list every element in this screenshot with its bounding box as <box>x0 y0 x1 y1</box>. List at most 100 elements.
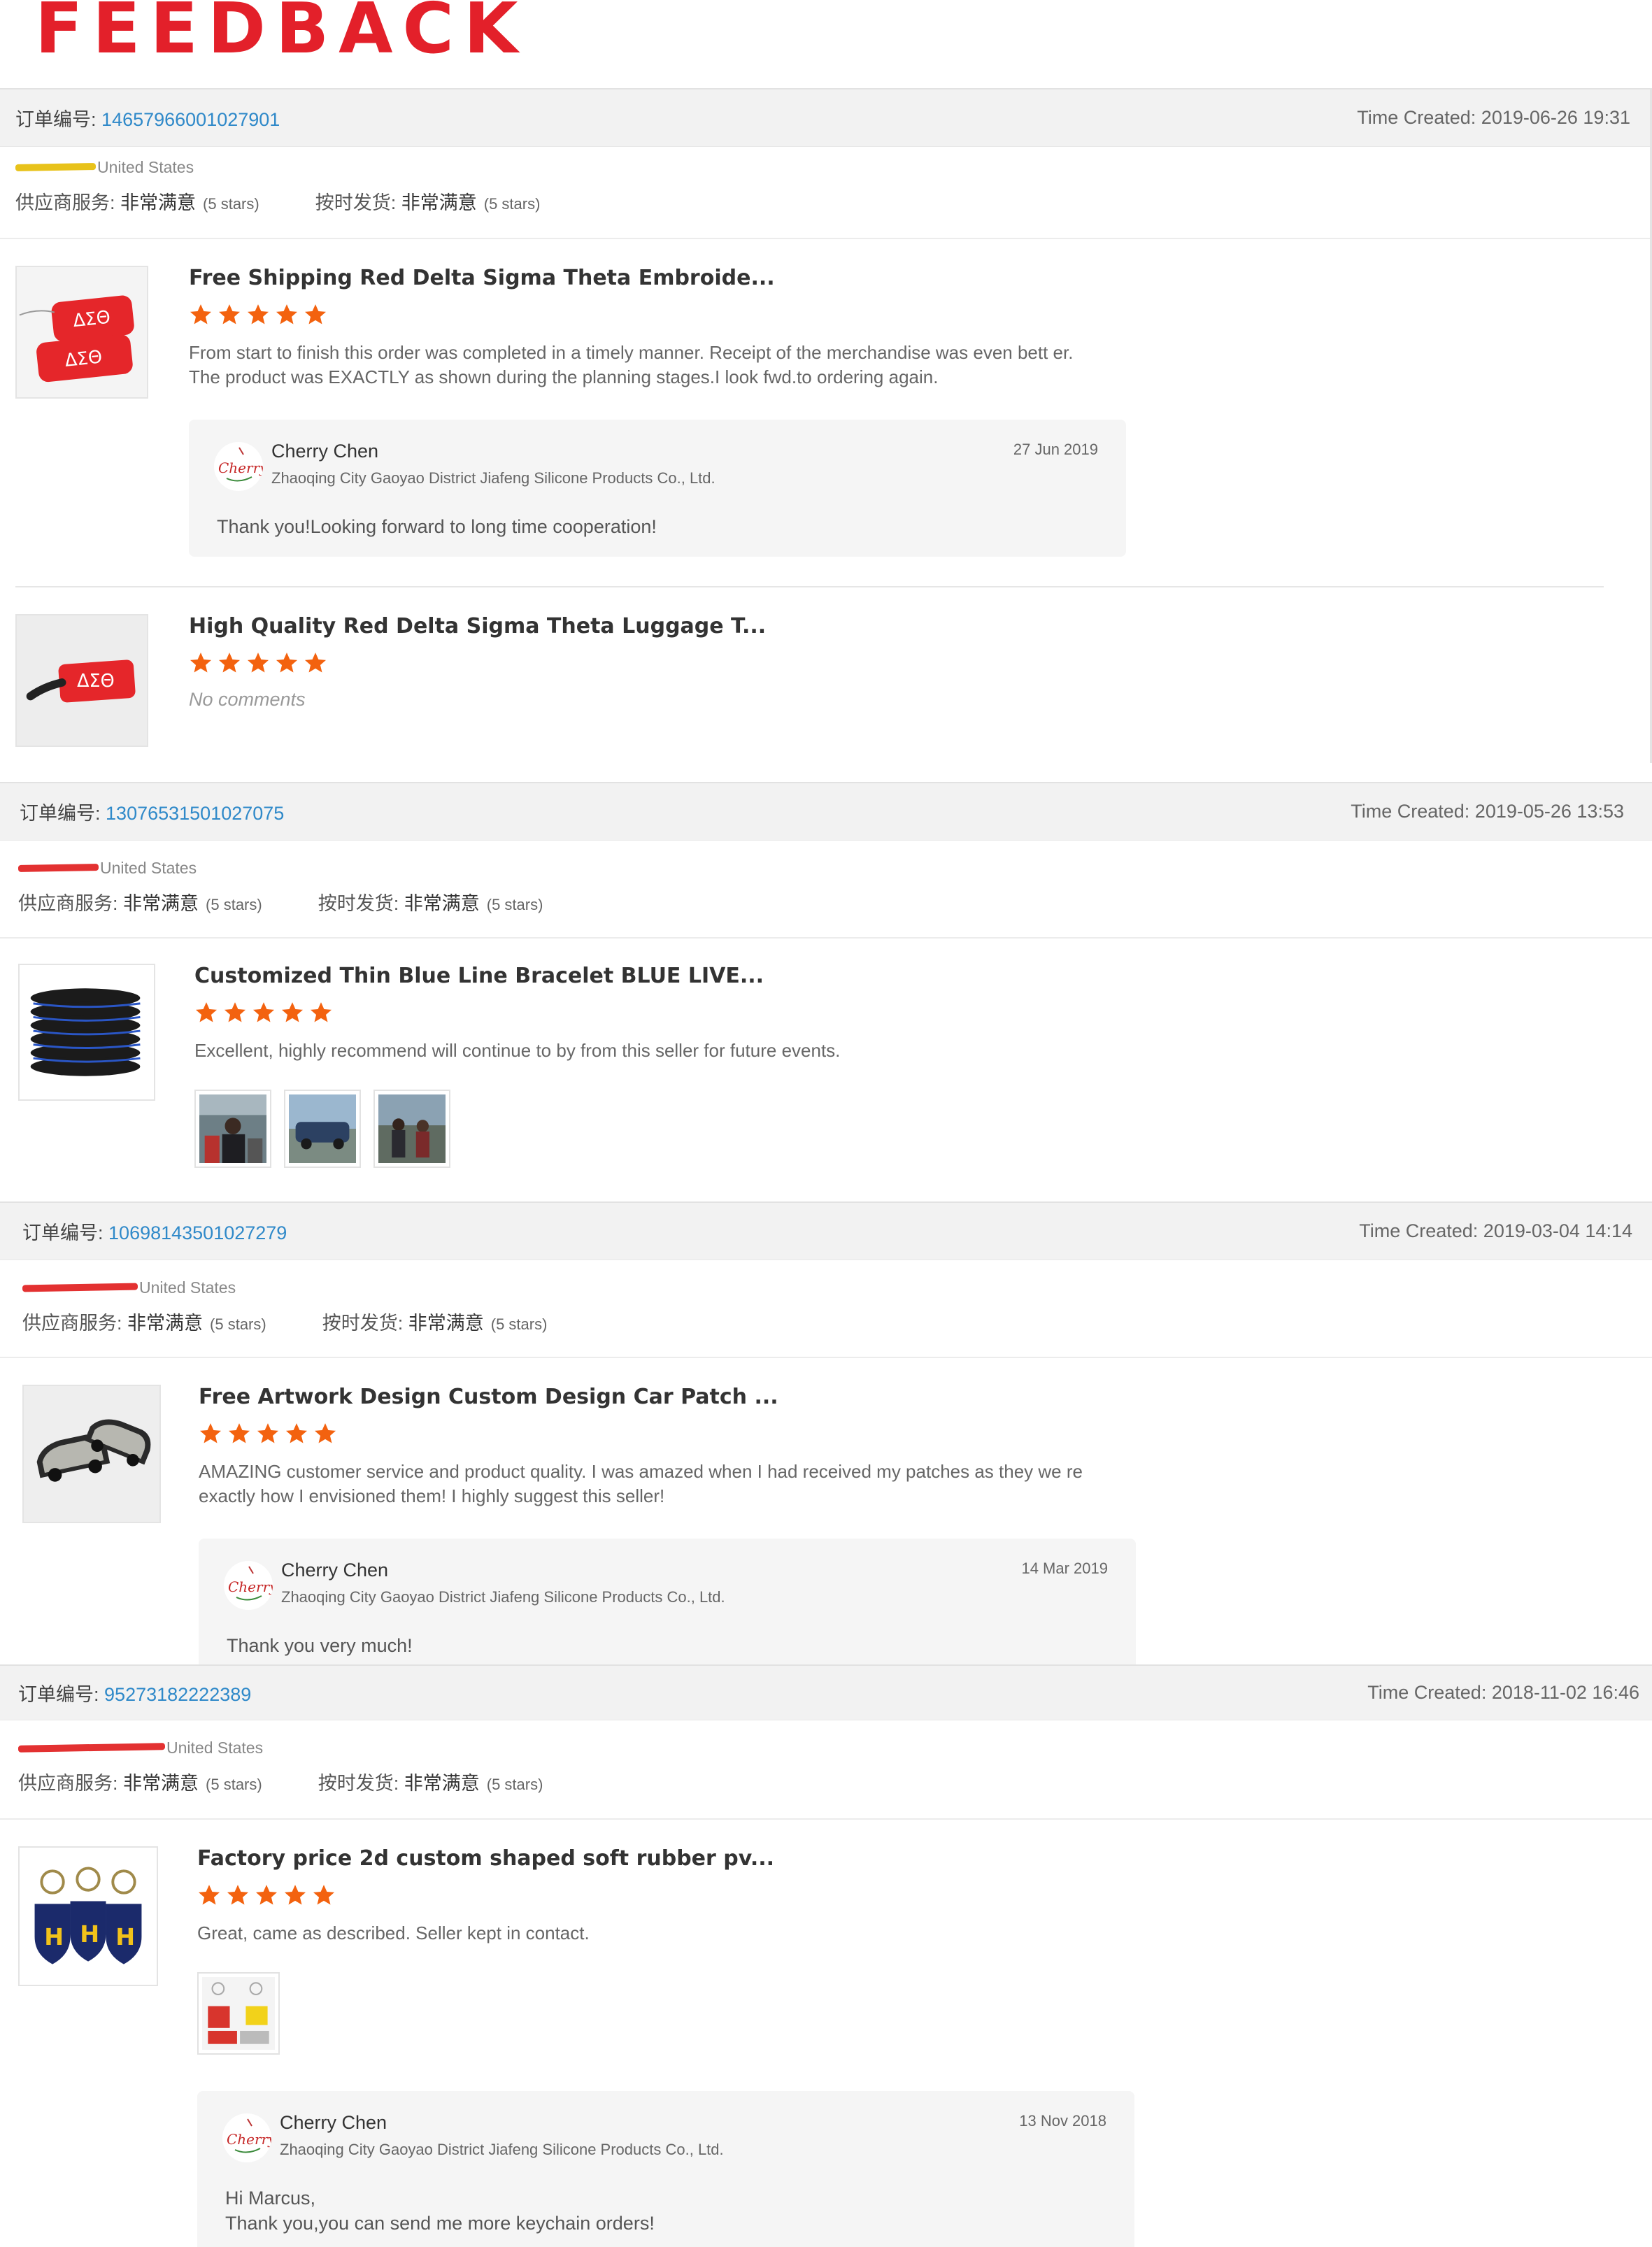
product-image: ΔΣΘ <box>17 615 147 746</box>
product-image <box>20 965 154 1099</box>
review-item: Factory price 2d custom shaped soft rubb… <box>197 1846 1624 2055</box>
product-image: HHH <box>20 1848 157 1985</box>
review-text: From start to finish this order was comp… <box>189 342 1074 387</box>
order-number-label: 订单编号: <box>15 109 97 130</box>
product-title[interactable]: High Quality Red Delta Sigma Theta Lugga… <box>189 614 1622 639</box>
review-item: Free Shipping Red Delta Sigma Theta Embr… <box>189 266 1622 390</box>
supplier-service-label: 供应商服务: <box>22 1313 122 1334</box>
shipping-value: 非常满意 <box>401 192 477 213</box>
star-icon <box>246 651 270 675</box>
buyer-country: United States <box>97 157 194 176</box>
order-number-label: 订单编号: <box>20 803 101 824</box>
star-icon <box>280 1001 304 1025</box>
review-photo[interactable] <box>284 1090 361 1168</box>
svg-text:ΔΣΘ: ΔΣΘ <box>77 671 115 692</box>
buyer-country: United States <box>166 1738 264 1757</box>
supplier-service-value: 非常满意 <box>123 1773 199 1794</box>
star-rating <box>194 1001 1624 1025</box>
supplier-service-value: 非常满意 <box>123 893 199 914</box>
svg-text:Cherry: Cherry <box>228 1578 273 1595</box>
product-thumbnail[interactable]: ΔΣΘ <box>15 614 148 747</box>
product-title[interactable]: Free Artwork Design Custom Design Car Pa… <box>199 1385 1624 1409</box>
ratings-row: 供应商服务: 非常满意 (5 stars) 按时发货: 非常满意 (5 stars) <box>18 1768 1637 1795</box>
shipping-value: 非常满意 <box>404 893 480 914</box>
order-number: 订单编号: 13076531501027075 <box>20 798 284 825</box>
order-number-label: 订单编号: <box>18 1684 99 1705</box>
svg-text:ΔΣΘ: ΔΣΘ <box>72 307 111 331</box>
star-icon <box>304 303 327 327</box>
star-icon <box>218 651 241 675</box>
buyer-country: United States <box>100 858 197 877</box>
photo-thumbnail <box>289 1094 356 1163</box>
shipping-value: 非常满意 <box>404 1773 480 1794</box>
seller-avatar: Cherry <box>224 1561 273 1610</box>
ratings-row: 供应商服务: 非常满意 (5 stars) 按时发货: 非常满意 (5 stars) <box>22 1308 1637 1335</box>
svg-text:ΔΣΘ: ΔΣΘ <box>64 346 103 371</box>
shipping-label: 按时发货: <box>318 893 399 914</box>
supplier-service-value: 非常满意 <box>127 1313 204 1334</box>
star-icon <box>255 1883 278 1907</box>
svg-text:Cherry: Cherry <box>218 459 263 476</box>
order-number-link[interactable]: 13076531501027075 <box>106 803 284 824</box>
product-title[interactable]: Factory price 2d custom shaped soft rubb… <box>197 1846 1624 1871</box>
star-icon <box>313 1422 337 1446</box>
shipping-stars: (5 stars) <box>486 896 543 913</box>
order-number-link[interactable]: 10698143501027279 <box>108 1222 287 1243</box>
reply-text-line: Hi Marcus, <box>225 2188 316 2209</box>
buyer-info: United States 供应商服务: 非常满意 (5 stars) 按时发货:… <box>0 1720 1652 1820</box>
svg-text:H: H <box>115 1923 135 1950</box>
ratings-row: 供应商服务: 非常满意 (5 stars) 按时发货: 非常满意 (5 stars) <box>18 888 1637 915</box>
redacted-buyer-name <box>22 1283 138 1292</box>
reply-date: 14 Mar 2019 <box>1021 1560 1108 1577</box>
product-thumbnail[interactable] <box>22 1385 161 1523</box>
product-thumbnail[interactable] <box>18 964 155 1101</box>
product-image: ΔΣΘ ΔΣΘ <box>17 267 147 397</box>
buyer-info: United States 供应商服务: 非常满意 (5 stars) 按时发货:… <box>0 1260 1652 1358</box>
time-created: Time Created: 2018-11-02 16:46 <box>1367 1682 1639 1703</box>
star-icon <box>226 1883 250 1907</box>
review-photo[interactable] <box>194 1090 271 1168</box>
star-icon <box>256 1422 280 1446</box>
order-card: 订单编号: 13076531501027075 Time Created: 20… <box>0 782 1652 1203</box>
supplier-service-rating: 供应商服务: 非常满意 (5 stars) <box>18 888 262 915</box>
order-number-link[interactable]: 14657966001027901 <box>101 109 280 130</box>
time-created: Time Created: 2019-06-26 19:31 <box>1357 107 1630 128</box>
seller-reply: Cherry Cherry Chen Zhaoqing City Gaoyao … <box>199 1539 1136 1671</box>
star-rating <box>189 303 1622 327</box>
star-icon <box>227 1422 251 1446</box>
order-number: 订单编号: 10698143501027279 <box>22 1218 287 1245</box>
review-photo[interactable] <box>373 1090 450 1168</box>
shipping-value: 非常满意 <box>408 1313 484 1334</box>
supplier-service-stars: (5 stars) <box>206 1776 262 1793</box>
product-title[interactable]: Free Shipping Red Delta Sigma Theta Embr… <box>189 266 1622 290</box>
supplier-service-stars: (5 stars) <box>210 1315 266 1333</box>
star-icon <box>199 1422 222 1446</box>
order-header: 订单编号: 14657966001027901 Time Created: 20… <box>0 88 1650 147</box>
supplier-service-label: 供应商服务: <box>18 893 118 914</box>
svg-text:Cherry: Cherry <box>227 2131 271 2148</box>
product-thumbnail[interactable]: ΔΣΘ ΔΣΘ <box>15 266 148 399</box>
shipping-label: 按时发货: <box>322 1313 404 1334</box>
star-icon <box>218 303 241 327</box>
supplier-service-stars: (5 stars) <box>206 896 262 913</box>
supplier-service-label: 供应商服务: <box>18 1773 118 1794</box>
buyer-info: United States 供应商服务: 非常满意 (5 stars) 按时发货:… <box>0 147 1650 239</box>
shipping-label: 按时发货: <box>315 192 397 213</box>
review-text: Excellent, highly recommend will continu… <box>194 1040 841 1061</box>
review-photos <box>194 1090 1624 1168</box>
product-title[interactable]: Customized Thin Blue Line Bracelet BLUE … <box>194 964 1624 988</box>
svg-text:H: H <box>80 1920 99 1948</box>
order-number-link[interactable]: 95273182222389 <box>104 1684 251 1705</box>
redacted-buyer-name <box>17 1743 166 1753</box>
reply-text: Thank you!Looking forward to long time c… <box>217 516 657 537</box>
review-photo[interactable] <box>197 1972 280 2055</box>
buyer-line: United States <box>22 1276 1637 1299</box>
star-rating <box>197 1883 1624 1907</box>
product-image <box>24 1386 159 1522</box>
product-thumbnail[interactable]: HHH <box>18 1846 158 1986</box>
seller-reply: Cherry Cherry Chen Zhaoqing City Gaoyao … <box>189 420 1126 557</box>
photo-thumbnail <box>378 1094 446 1163</box>
star-icon <box>275 651 299 675</box>
shipping-stars: (5 stars) <box>486 1776 543 1793</box>
supplier-service-rating: 供应商服务: 非常满意 (5 stars) <box>15 187 259 215</box>
